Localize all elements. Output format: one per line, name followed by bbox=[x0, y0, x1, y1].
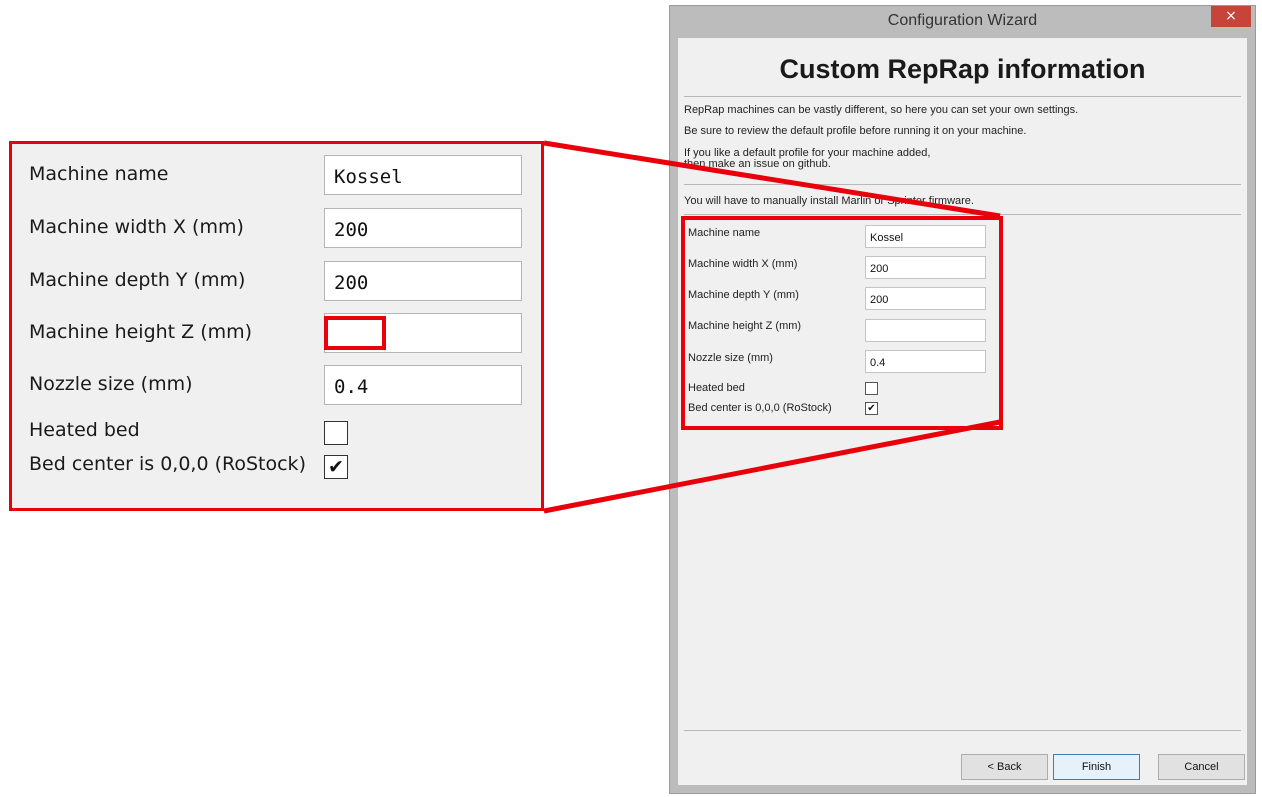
zoom-callout: Machine name Kossel Machine width X (mm)… bbox=[9, 141, 544, 511]
back-button[interactable]: < Back bbox=[961, 754, 1048, 780]
cancel-button[interactable]: Cancel bbox=[1158, 754, 1245, 780]
zoom-row-machine-height: Machine height Z (mm) bbox=[29, 313, 522, 357]
zoom-label-machine-name: Machine name bbox=[29, 163, 169, 185]
zoom-label-nozzle-size: Nozzle size (mm) bbox=[29, 373, 193, 395]
finish-button[interactable]: Finish bbox=[1053, 754, 1140, 780]
title-separator bbox=[684, 96, 1241, 97]
description-separator bbox=[684, 184, 1241, 185]
zoom-machine-width-input[interactable]: 200 bbox=[324, 208, 522, 248]
zoom-machine-depth-input[interactable]: 200 bbox=[324, 261, 522, 301]
firmware-separator bbox=[684, 214, 1241, 215]
zoom-bed-center-checkbox[interactable]: ✔ bbox=[324, 455, 348, 479]
zoom-row-machine-depth: Machine depth Y (mm) 200 bbox=[29, 261, 522, 305]
settings-highlight-box bbox=[681, 216, 1003, 430]
button-separator bbox=[684, 730, 1241, 731]
zoom-highlight-box bbox=[324, 316, 386, 350]
zoom-label-bed-center: Bed center is 0,0,0 (RoStock) bbox=[29, 453, 306, 475]
description-line: RepRap machines can be vastly different,… bbox=[684, 104, 1079, 116]
zoom-label-machine-height: Machine height Z (mm) bbox=[29, 321, 253, 343]
zoom-label-heated-bed: Heated bed bbox=[29, 419, 140, 441]
zoom-nozzle-size-input[interactable]: 0.4 bbox=[324, 365, 522, 405]
zoom-row-bed-center: Bed center is 0,0,0 (RoStock) ✔ bbox=[29, 451, 517, 495]
close-icon[interactable]: × bbox=[1211, 6, 1251, 27]
configuration-wizard-window: Configuration Wizard × Custom RepRap inf… bbox=[669, 5, 1256, 794]
firmware-note: You will have to manually install Marlin… bbox=[684, 195, 974, 207]
zoom-row-machine-name: Machine name Kossel bbox=[29, 155, 522, 199]
description-line: Be sure to review the default profile be… bbox=[684, 125, 1027, 137]
window-title: Configuration Wizard bbox=[887, 12, 1038, 29]
zoom-label-machine-width: Machine width X (mm) bbox=[29, 216, 244, 238]
page-title: Custom RepRap information bbox=[779, 54, 1146, 84]
zoom-label-machine-depth: Machine depth Y (mm) bbox=[29, 269, 246, 291]
zoom-machine-name-input[interactable]: Kossel bbox=[324, 155, 522, 195]
description-line: then make an issue on github. bbox=[684, 158, 831, 170]
zoom-heated-bed-checkbox[interactable] bbox=[324, 421, 348, 445]
zoom-row-nozzle-size: Nozzle size (mm) 0.4 bbox=[29, 365, 522, 409]
zoom-row-machine-width: Machine width X (mm) 200 bbox=[29, 208, 522, 252]
title-bar: Configuration Wizard × bbox=[670, 6, 1255, 38]
wizard-client-area: Custom RepRap information RepRap machine… bbox=[678, 38, 1247, 785]
